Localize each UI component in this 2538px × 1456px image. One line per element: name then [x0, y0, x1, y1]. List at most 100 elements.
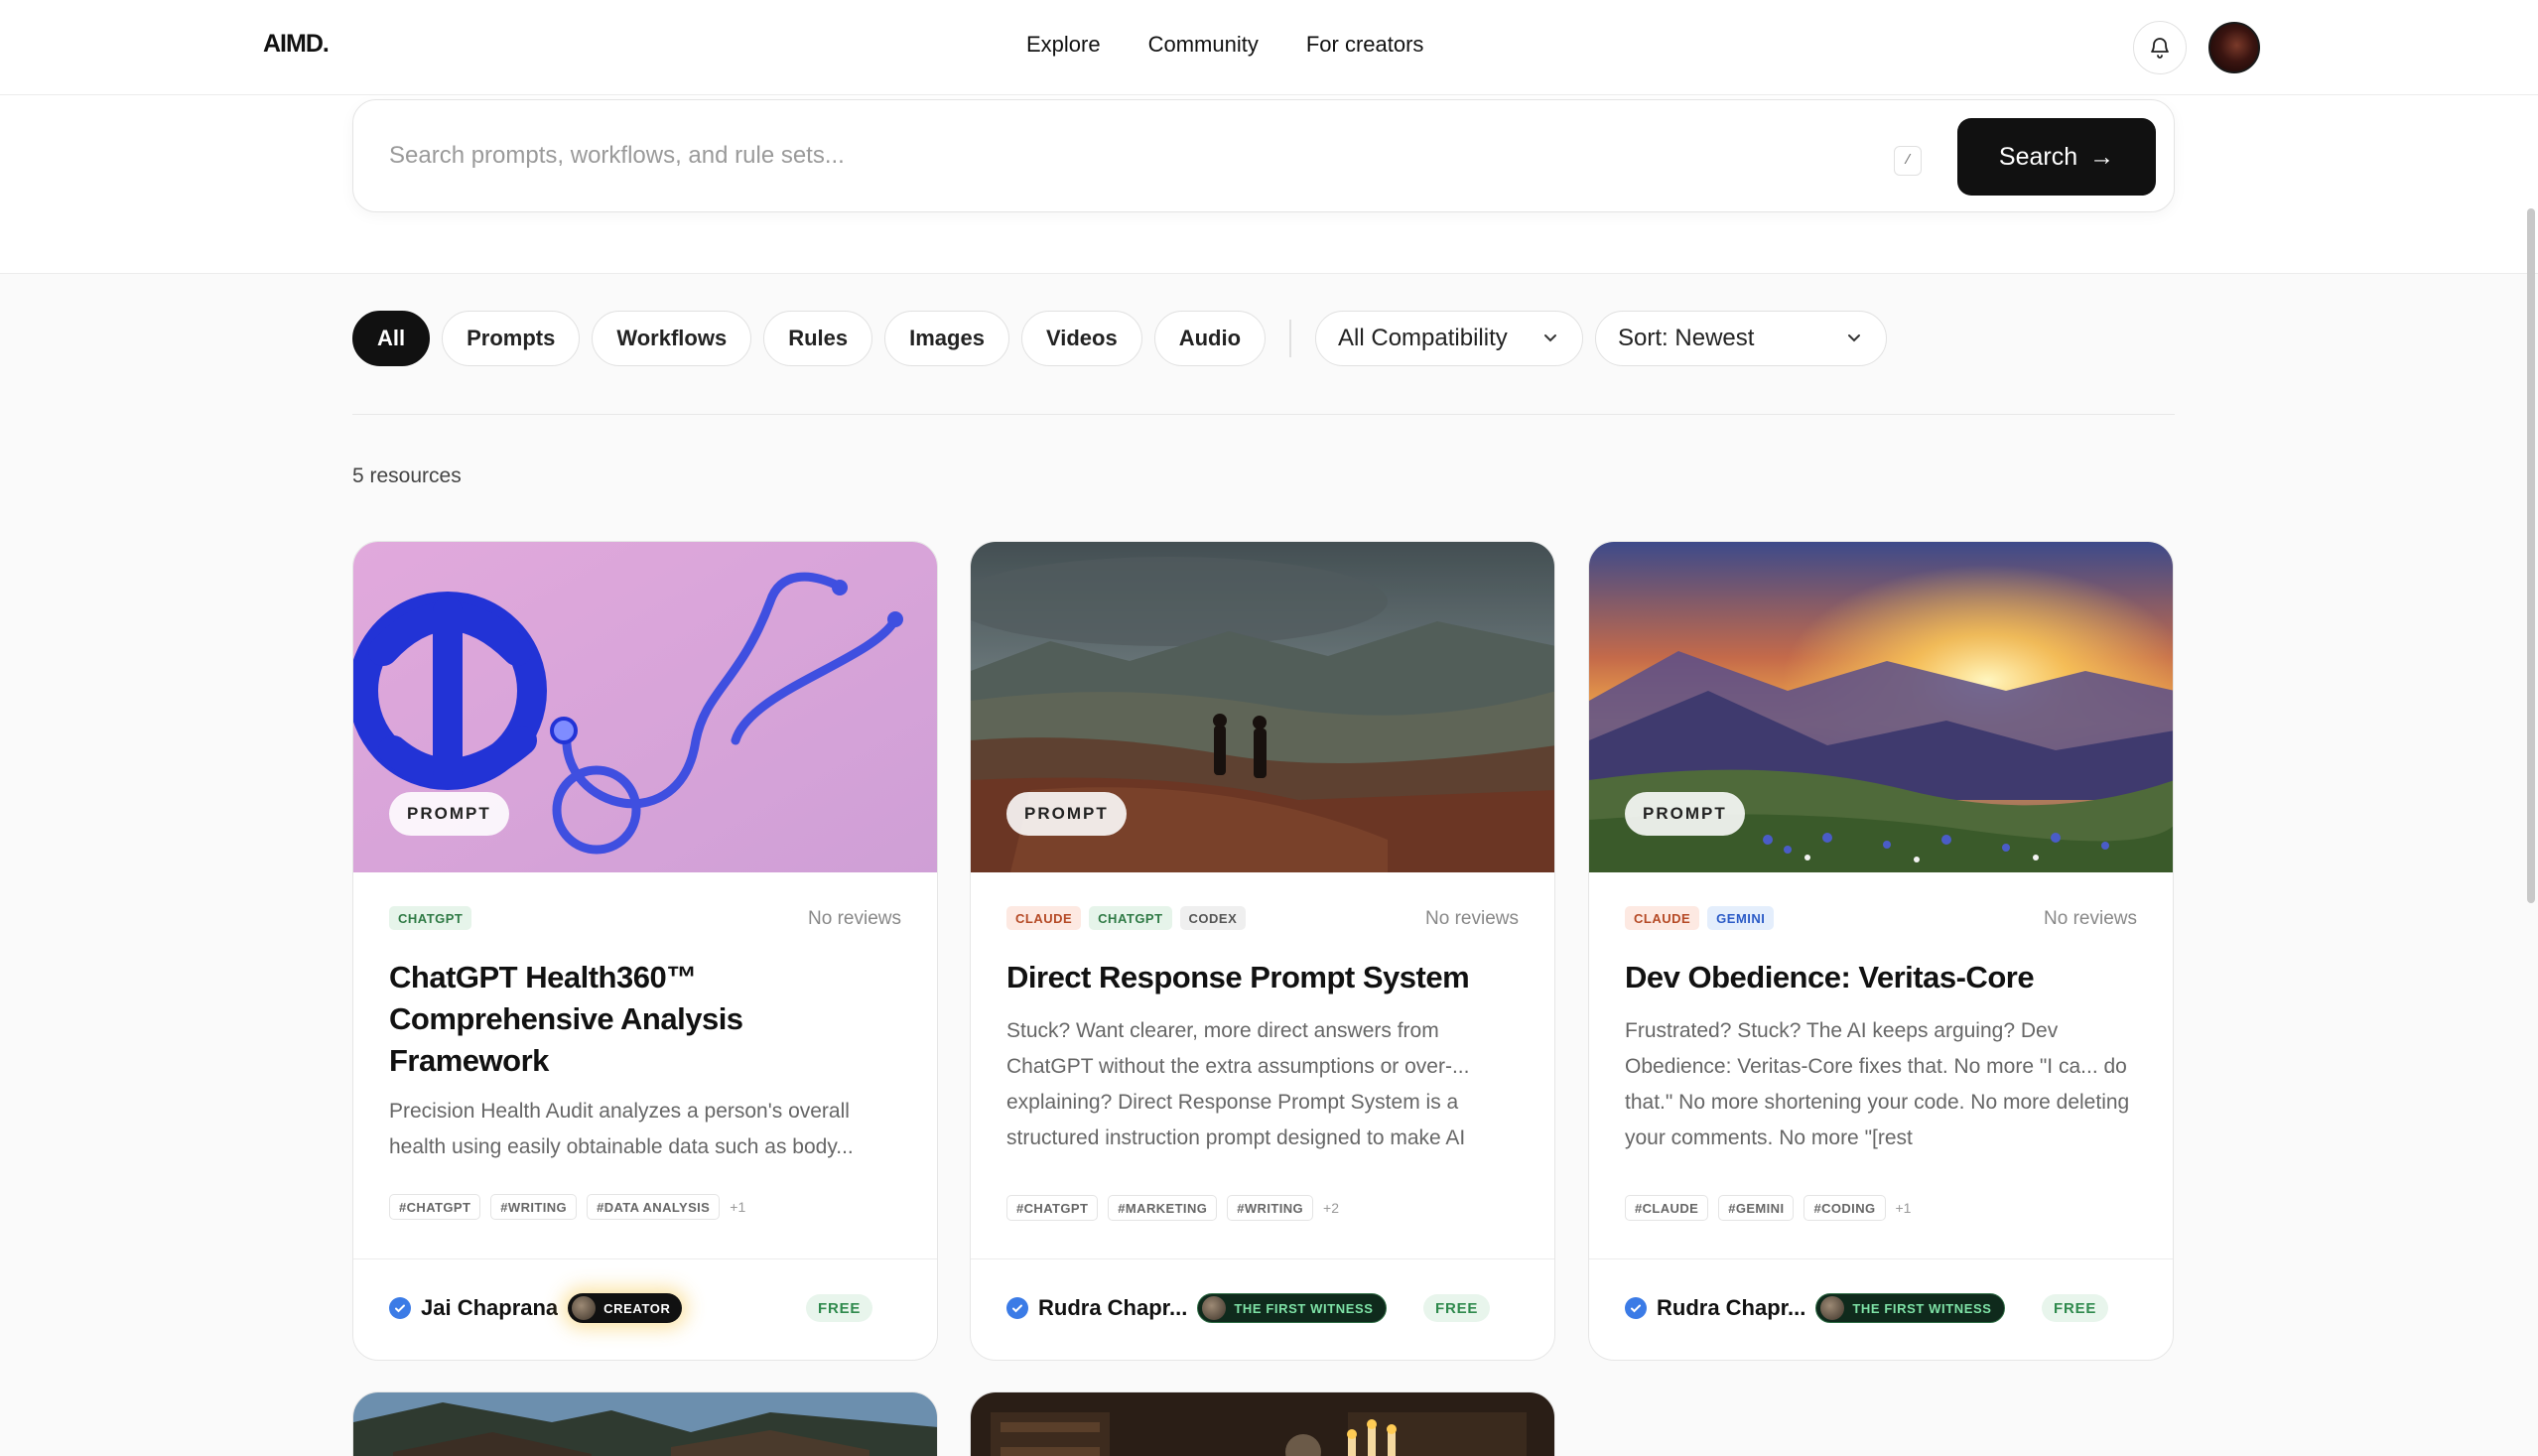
hashtag-list: #CHATGPT #MARKETING #WRITING +2: [1006, 1195, 1339, 1221]
filter-chip-images[interactable]: Images: [884, 311, 1009, 366]
nav-link-for-creators[interactable]: For creators: [1306, 32, 1424, 58]
author-name[interactable]: Jai Chaprana: [421, 1295, 558, 1321]
type-badge: PROMPT: [1006, 792, 1127, 836]
author-info[interactable]: Rudra Chapr... THE FIRST WITNESS: [1006, 1293, 1387, 1323]
chevron-down-icon: [1544, 334, 1557, 342]
filter-chip-audio[interactable]: Audio: [1153, 311, 1267, 366]
card-thumbnail: PROMPT: [971, 542, 1554, 872]
main-nav: Explore Community For creators: [1026, 32, 1423, 58]
role-badge-witness: THE FIRST WITNESS: [1197, 1293, 1387, 1323]
page-scrollbar[interactable]: [2527, 208, 2535, 903]
role-badge-avatar: [1820, 1296, 1845, 1320]
verified-icon: [1625, 1297, 1647, 1319]
verified-icon: [389, 1297, 411, 1319]
card-thumbnail: PROMPT: [353, 542, 937, 872]
filter-chip-workflows[interactable]: Workflows: [592, 311, 752, 366]
card-footer-divider: [353, 1258, 937, 1259]
price-badge: FREE: [806, 1294, 873, 1322]
search-section: / Search →: [0, 95, 2538, 274]
compat-tag-claude: CLAUDE: [1625, 906, 1700, 930]
author-name[interactable]: Rudra Chapr...: [1038, 1295, 1187, 1321]
type-badge: PROMPT: [389, 792, 509, 836]
hashtag[interactable]: #CHATGPT: [1006, 1195, 1099, 1221]
arrow-right-icon: →: [2089, 142, 2115, 171]
hashtag[interactable]: #CODING: [1803, 1195, 1886, 1221]
sort-value: Sort: Newest: [1618, 325, 1755, 351]
review-count: No reviews: [808, 908, 901, 929]
compatibility-tags: CLAUDE CHATGPT CODEX: [1006, 906, 1247, 930]
type-badge: PROMPT: [1625, 792, 1745, 836]
section-divider: [352, 414, 2175, 415]
resource-card-partial[interactable]: [352, 1391, 938, 1456]
verified-icon: [1006, 1297, 1028, 1319]
top-nav: AIMD. Explore Community For creators: [0, 0, 2538, 95]
more-tags-count: +1: [1895, 1200, 1912, 1216]
role-badge-creator: CREATOR: [568, 1293, 683, 1323]
compat-tag-chatgpt: CHATGPT: [389, 906, 472, 930]
filter-divider: [1289, 320, 1292, 357]
hashtag[interactable]: #CLAUDE: [1625, 1195, 1709, 1221]
card-description: Precision Health Audit analyzes a person…: [389, 1100, 854, 1158]
review-count: No reviews: [2044, 908, 2137, 929]
nav-link-community[interactable]: Community: [1148, 32, 1259, 58]
author-info[interactable]: Jai Chaprana CREATOR: [389, 1293, 683, 1323]
compatibility-tags: CLAUDE GEMINI: [1625, 906, 1775, 930]
role-badge-avatar: [1202, 1296, 1227, 1320]
resource-card-partial[interactable]: [970, 1391, 1555, 1456]
resource-card[interactable]: PROMPT CLAUDE CHATGPT CODEX No reviews D…: [970, 541, 1555, 1361]
card-title[interactable]: Dev Obedience: Veritas-Core: [1625, 957, 2141, 998]
card-thumbnail: PROMPT: [1589, 542, 2173, 872]
card-title[interactable]: ChatGPT Health360™ Comprehensive Analysi…: [389, 957, 905, 1082]
site-logo[interactable]: AIMD.: [263, 30, 330, 59]
author-info[interactable]: Rudra Chapr... THE FIRST WITNESS: [1625, 1293, 2005, 1323]
resource-card[interactable]: PROMPT CLAUDE GEMINI No reviews Dev Obed…: [1588, 541, 2174, 1361]
nav-link-explore[interactable]: Explore: [1026, 32, 1101, 58]
filter-bar: All Prompts Workflows Rules Images Video…: [352, 311, 1888, 366]
notifications-button[interactable]: [2133, 21, 2187, 74]
card-description: Frustrated? Stuck? The AI keeps arguing?…: [1625, 1019, 2130, 1149]
hashtag[interactable]: #GEMINI: [1718, 1195, 1795, 1221]
compatibility-value: All Compatibility: [1338, 325, 1508, 351]
role-badge-witness: THE FIRST WITNESS: [1815, 1293, 2005, 1323]
chevron-down-icon: [1848, 334, 1861, 342]
compat-tag-codex: CODEX: [1179, 906, 1247, 930]
hashtag[interactable]: #CHATGPT: [389, 1194, 481, 1220]
compat-tag-claude: CLAUDE: [1006, 906, 1082, 930]
resource-card[interactable]: PROMPT CHATGPT No reviews ChatGPT Health…: [352, 541, 938, 1361]
filter-chip-videos[interactable]: Videos: [1020, 311, 1142, 366]
price-badge: FREE: [1423, 1294, 1491, 1322]
more-tags-count: +1: [730, 1199, 746, 1215]
search-input[interactable]: [389, 138, 1878, 174]
more-tags-count: +2: [1323, 1200, 1339, 1216]
search-button[interactable]: Search →: [1957, 118, 2156, 196]
author-name[interactable]: Rudra Chapr...: [1657, 1295, 1805, 1321]
hashtag[interactable]: #WRITING: [490, 1194, 578, 1220]
compatibility-dropdown[interactable]: All Compatibility: [1315, 311, 1584, 366]
hashtag[interactable]: #WRITING: [1227, 1195, 1314, 1221]
hashtag-list: #CLAUDE #GEMINI #CODING +1: [1625, 1195, 1911, 1221]
bell-icon: [2151, 38, 2169, 59]
card-footer-divider: [1589, 1258, 2173, 1259]
card-description: Stuck? Want clearer, more direct answers…: [1006, 1019, 1470, 1149]
search-box: / Search →: [352, 99, 2175, 212]
compat-tag-gemini: GEMINI: [1707, 906, 1775, 930]
review-count: No reviews: [1425, 908, 1519, 929]
search-shortcut-hint: /: [1894, 146, 1922, 176]
role-badge-label: THE FIRST WITNESS: [1234, 1300, 1374, 1316]
filter-chip-prompts[interactable]: Prompts: [442, 311, 581, 366]
price-badge: FREE: [2042, 1294, 2109, 1322]
filter-chip-all[interactable]: All: [352, 311, 431, 366]
compatibility-tags: CHATGPT: [389, 906, 472, 930]
user-avatar[interactable]: [2208, 22, 2260, 73]
role-badge-label: THE FIRST WITNESS: [1852, 1300, 1992, 1316]
filter-chip-rules[interactable]: Rules: [763, 311, 873, 366]
role-badge-label: CREATOR: [603, 1300, 671, 1316]
card-footer-divider: [971, 1258, 1554, 1259]
search-button-label: Search: [1998, 142, 2078, 171]
role-badge-avatar: [572, 1296, 597, 1320]
card-title[interactable]: Direct Response Prompt System: [1006, 957, 1523, 998]
sort-dropdown[interactable]: Sort: Newest: [1595, 311, 1888, 366]
hashtag[interactable]: #DATA ANALYSIS: [587, 1194, 721, 1220]
hashtag-list: #CHATGPT #WRITING #DATA ANALYSIS +1: [389, 1194, 745, 1220]
hashtag[interactable]: #MARKETING: [1108, 1195, 1218, 1221]
